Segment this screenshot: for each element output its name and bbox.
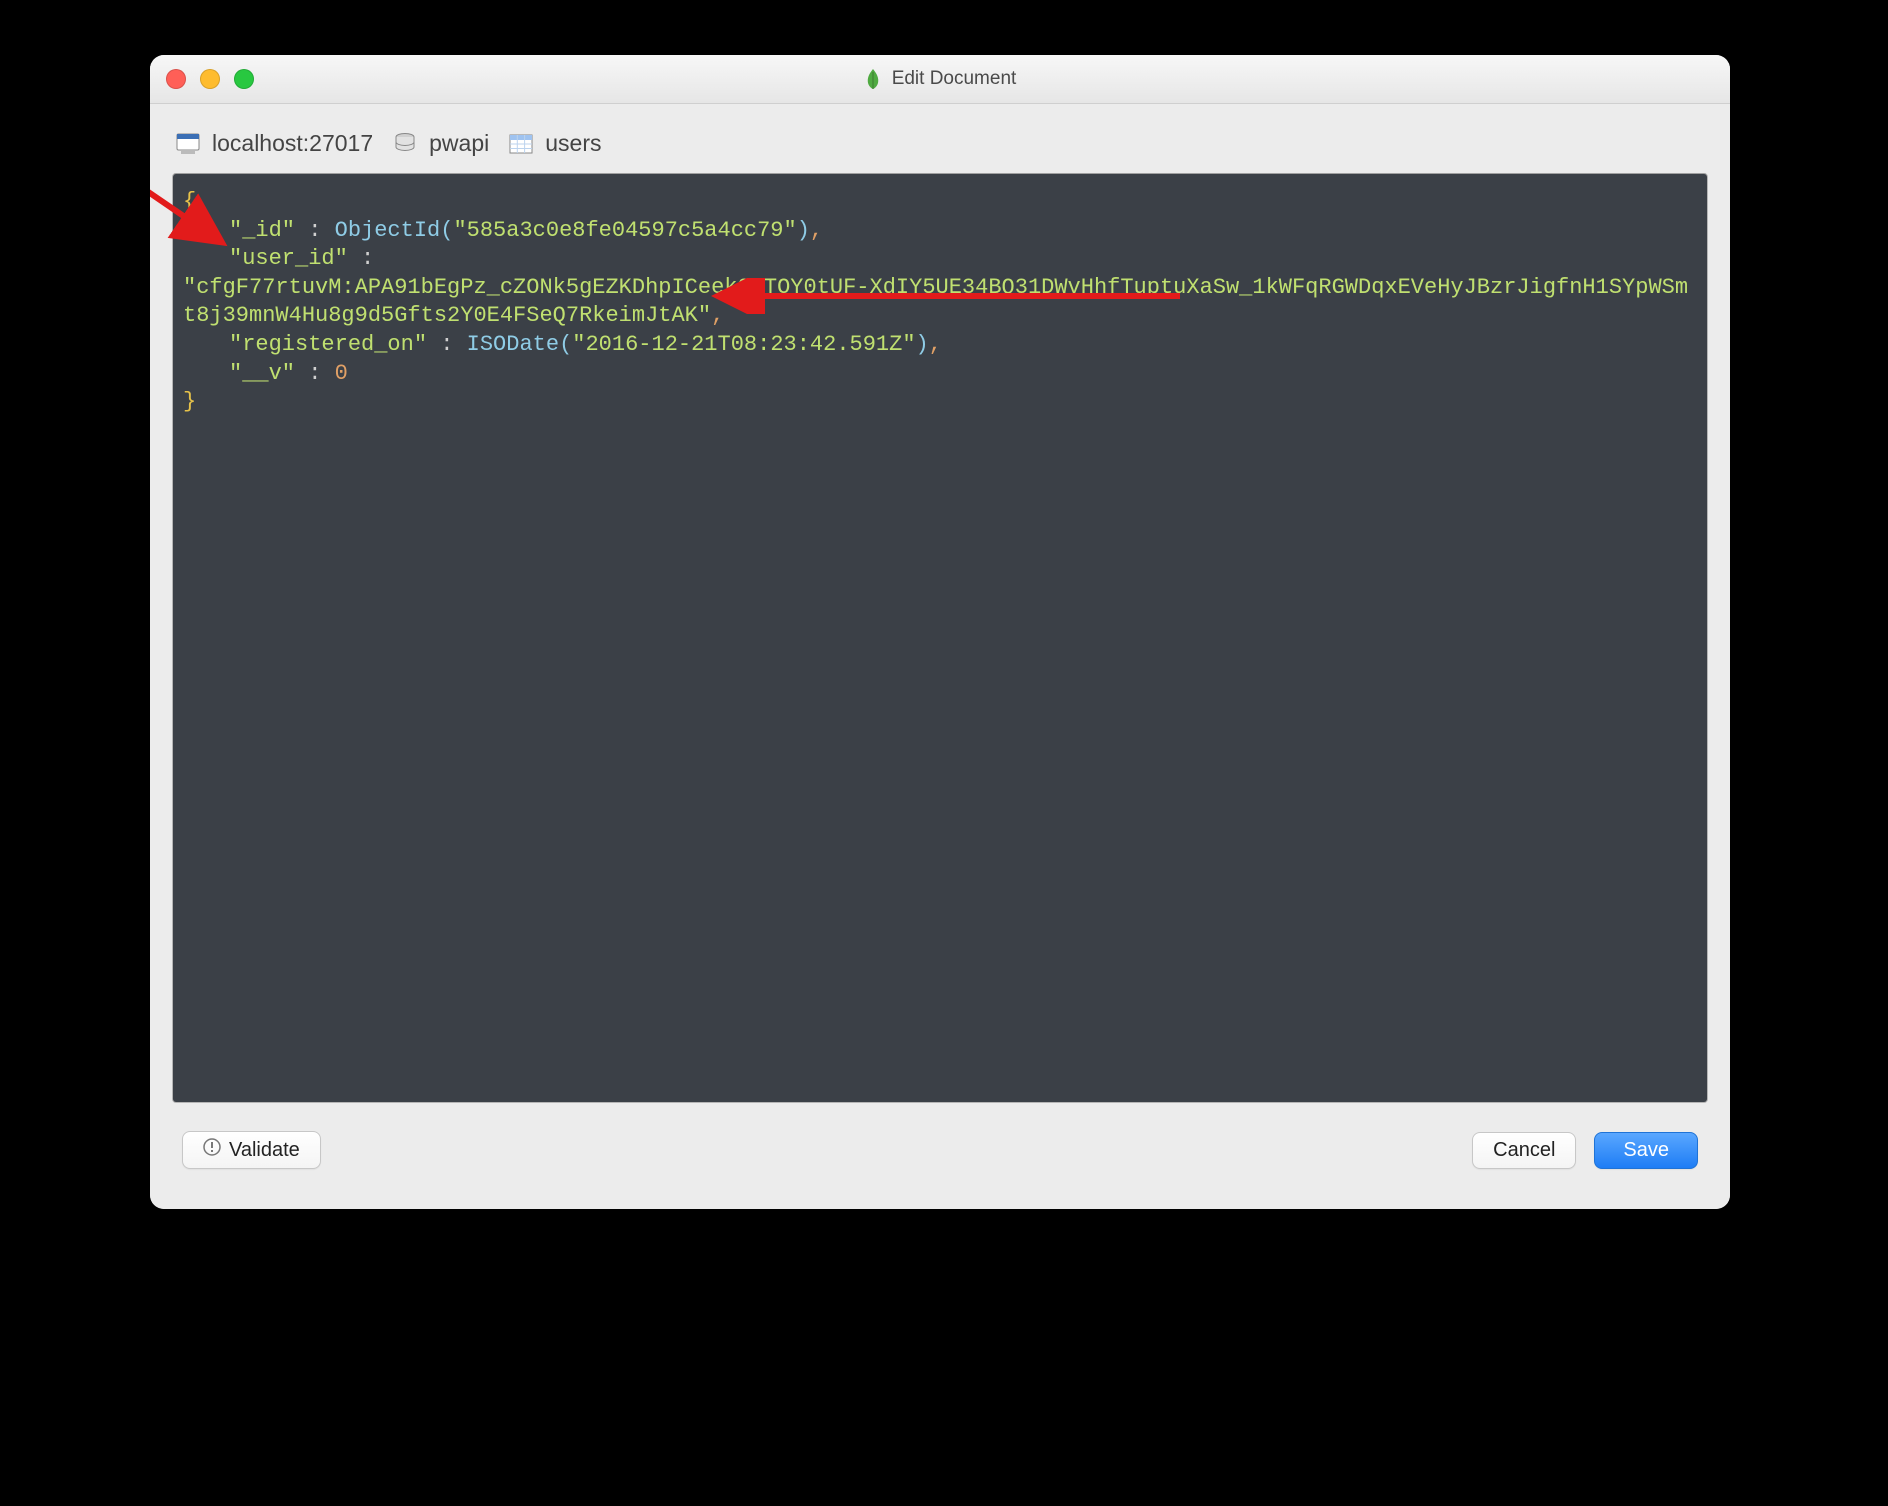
titlebar: Edit Document (150, 55, 1730, 104)
breadcrumb-collection[interactable]: users (545, 130, 601, 157)
save-button[interactable]: Save (1594, 1132, 1698, 1169)
dialog-footer: Validate Cancel Save (172, 1103, 1708, 1191)
code-open-brace: { (183, 189, 196, 214)
key-id: "_id" (229, 218, 295, 243)
window-zoom-button[interactable] (234, 69, 254, 89)
breadcrumb-database[interactable]: pwapi (429, 130, 489, 157)
value-user-id: "cfgF77rtuvM:APA91bEgPz_cZONk5gEZKDhpICe… (183, 275, 1688, 329)
window-controls (166, 55, 254, 103)
window-title: Edit Document (864, 68, 1017, 90)
type-isodate: ISODate( (467, 332, 573, 357)
validate-button[interactable]: Validate (182, 1131, 321, 1169)
window-close-button[interactable] (166, 69, 186, 89)
value-v: 0 (335, 361, 348, 386)
type-objectid: ObjectId( (335, 218, 454, 243)
document-editor[interactable]: { "_id" : ObjectId("585a3c0e8fe04597c5a4… (172, 173, 1708, 1103)
edit-document-window: Edit Document localhost:27017 pwapi (150, 55, 1730, 1209)
window-content: localhost:27017 pwapi u (150, 104, 1730, 1209)
key-registered-on: "registered_on" (229, 332, 427, 357)
validate-button-label: Validate (229, 1139, 300, 1162)
code-close-brace: } (183, 389, 196, 414)
window-title-text: Edit Document (892, 68, 1017, 90)
key-v: "__v" (229, 361, 295, 386)
breadcrumb: localhost:27017 pwapi u (172, 126, 1708, 173)
window-minimize-button[interactable] (200, 69, 220, 89)
mongodb-leaf-icon (864, 68, 882, 90)
warning-icon (203, 1138, 221, 1162)
host-icon (176, 133, 200, 155)
cancel-button-label: Cancel (1493, 1139, 1555, 1162)
value-objectid: "585a3c0e8fe04597c5a4cc79" (453, 218, 796, 243)
save-button-label: Save (1623, 1139, 1669, 1162)
breadcrumb-host[interactable]: localhost:27017 (212, 130, 373, 157)
cancel-button[interactable]: Cancel (1472, 1132, 1576, 1169)
value-isodate: "2016-12-21T08:23:42.591Z" (572, 332, 915, 357)
database-icon (393, 132, 417, 156)
key-user-id: "user_id" (229, 246, 348, 271)
collection-icon (509, 134, 533, 154)
